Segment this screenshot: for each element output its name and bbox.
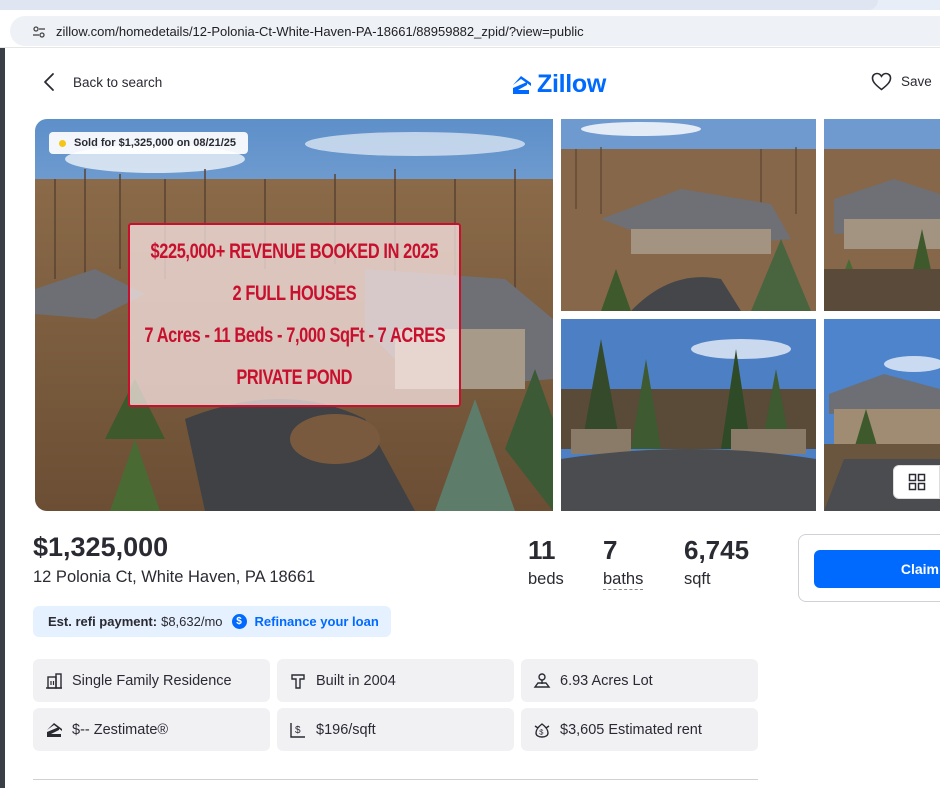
svg-text:$: $: [539, 727, 544, 736]
section-divider: [33, 779, 758, 780]
fact-text: Built in 2004: [316, 672, 396, 689]
baths-stat[interactable]: 7 baths: [603, 535, 644, 590]
refinance-link[interactable]: Refinance your loan: [255, 614, 379, 629]
url-field[interactable]: zillow.com/homedetails/12-Polonia-Ct-Whi…: [10, 16, 940, 46]
claim-home-card: Claim: [798, 534, 940, 602]
sold-status-badge: Sold for $1,325,000 on 08/21/25: [49, 132, 249, 154]
zillow-logo[interactable]: Zillow: [510, 70, 606, 99]
promo-line: $225,000+ REVENUE BOOKED IN 2025: [150, 240, 439, 263]
address-bar: zillow.com/homedetails/12-Polonia-Ct-Whi…: [0, 14, 940, 48]
beds-value: 11: [528, 535, 556, 565]
listing-price: $1,325,000: [33, 532, 169, 562]
price-per-sqft-icon: $: [289, 721, 307, 739]
fact-text: $3,605 Estimated rent: [560, 721, 702, 738]
gallery-photo[interactable]: [824, 119, 940, 311]
sold-text: Sold for $1,325,000 on 08/21/25: [74, 137, 237, 149]
listing-address: 12 Polonia Ct, White Haven, PA 18661: [33, 568, 316, 586]
promo-line: 2 FULL HOUSES: [232, 282, 357, 305]
fact-text: Single Family Residence: [72, 672, 232, 689]
refi-payment-banner: Est. refi payment: $8,632/mo $ Refinance…: [33, 606, 391, 637]
promo-line: 7 Acres - 11 Beds - 7,000 SqFt - 7 ACRES: [144, 324, 445, 347]
fact-estimated-rent: $ $3,605 Estimated rent: [521, 708, 758, 751]
browser-tab[interactable]: [0, 0, 878, 10]
top-nav: Back to search Zillow Save: [5, 48, 940, 116]
site-settings-icon[interactable]: [32, 25, 46, 39]
baths-value: 7: [603, 535, 618, 565]
refi-value: $8,632/mo: [161, 614, 223, 629]
save-label: Save: [901, 74, 932, 89]
chevron-left-icon: [44, 73, 54, 91]
fact-lot-size: 6.93 Acres Lot: [521, 659, 758, 702]
fact-text: $196/sqft: [316, 721, 376, 738]
zillow-house-icon: [513, 75, 531, 94]
house-exterior-photo: [824, 119, 940, 311]
building-icon: [45, 672, 63, 690]
fact-text: $-- Zestimate®: [72, 721, 169, 738]
sold-dot-icon: [59, 139, 66, 147]
hammer-icon: [289, 672, 307, 690]
claim-label: Claim: [900, 561, 939, 577]
back-to-search-link[interactable]: Back to search: [43, 72, 162, 92]
gallery-photo[interactable]: [561, 319, 816, 511]
heart-icon: [871, 72, 892, 91]
browser-tab-strip: [0, 0, 940, 10]
promo-line: PRIVATE POND: [236, 366, 353, 389]
grid-icon: [908, 473, 925, 491]
fact-text: 6.93 Acres Lot: [560, 672, 653, 689]
sqft-value: 6,745: [684, 535, 750, 565]
lot-icon: [533, 672, 551, 690]
save-button[interactable]: Save: [871, 72, 932, 91]
driveway-photo: [561, 319, 816, 511]
fact-home-type: Single Family Residence: [33, 659, 270, 702]
listing-promo-overlay: $225,000+ REVENUE BOOKED IN 2025 2 FULL …: [128, 223, 461, 407]
fact-price-per-sqft: $ $196/sqft: [277, 708, 514, 751]
baths-label[interactable]: baths: [603, 570, 644, 590]
beds-stat: 11 beds: [528, 535, 564, 589]
zestimate-icon: [45, 721, 63, 739]
window-edge: [0, 48, 5, 788]
sqft-label: sqft: [684, 570, 711, 588]
fact-zestimate[interactable]: $-- Zestimate®: [33, 708, 270, 751]
logo-text: Zillow: [537, 70, 607, 98]
refi-label: Est. refi payment:: [48, 614, 158, 629]
claim-button[interactable]: Claim: [814, 550, 940, 588]
rent-icon: $: [533, 721, 551, 739]
main-photo[interactable]: Sold for $1,325,000 on 08/21/25 $225,000…: [35, 119, 553, 511]
svg-text:$: $: [295, 725, 301, 736]
sqft-stat: 6,745 sqft: [684, 535, 749, 589]
photo-gallery: Sold for $1,325,000 on 08/21/25 $225,000…: [35, 119, 940, 511]
dollar-circle-icon: $: [231, 614, 247, 629]
view-all-photos-button[interactable]: [893, 465, 940, 499]
beds-label: beds: [528, 570, 564, 588]
back-label: Back to search: [73, 74, 163, 90]
fact-year-built: Built in 2004: [277, 659, 514, 702]
url-text: zillow.com/homedetails/12-Polonia-Ct-Whi…: [56, 24, 584, 39]
gallery-photo[interactable]: [561, 119, 816, 311]
aerial-house-photo: [561, 119, 816, 311]
